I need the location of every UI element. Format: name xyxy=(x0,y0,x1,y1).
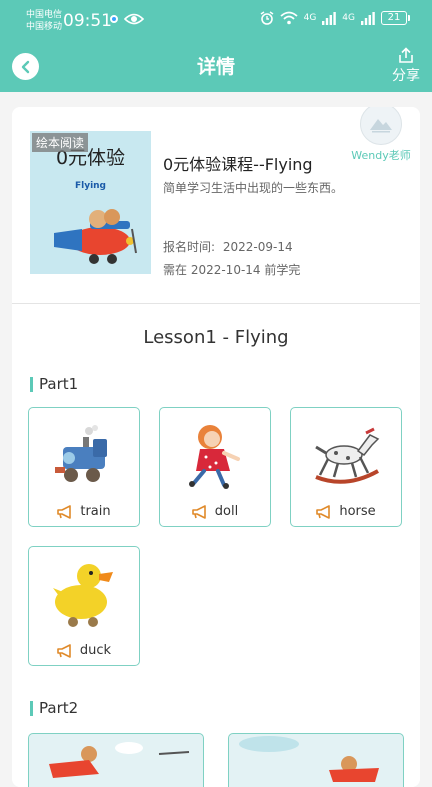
wifi-icon xyxy=(280,11,298,25)
word-card-horse[interactable]: horse xyxy=(290,407,402,527)
rocking-horse-icon xyxy=(314,427,379,484)
scene-illustration-icon xyxy=(49,742,190,778)
share-label: 分享 xyxy=(392,68,420,84)
part2-scene-card-1[interactable] xyxy=(28,733,204,787)
scene-illustration-icon xyxy=(239,736,379,782)
share-icon xyxy=(399,47,413,63)
eye-icon xyxy=(124,13,144,25)
mountain-logo-icon xyxy=(370,119,392,133)
word-card-doll[interactable]: doll xyxy=(159,407,271,527)
status-bar: 中国电信 中国移动 09:51 4G 4G 21 xyxy=(0,0,432,42)
part1-title: Part1 xyxy=(30,375,78,393)
part2-scene-card-2[interactable] xyxy=(228,733,404,787)
header: 中国电信 中国移动 09:51 4G 4G 21 详情 分享 xyxy=(0,0,432,92)
part1-label: Part1 xyxy=(39,375,79,393)
course-description: 简单学习生活中出现的一些东西。 xyxy=(163,181,344,195)
word-label: train xyxy=(80,504,111,519)
horse-picture xyxy=(291,418,400,494)
course-detail-card: 0元体验 绘本阅读 Flying 0元体验课程--Flying 简单学习生活中出… xyxy=(12,107,420,787)
word-label: horse xyxy=(339,504,376,519)
airplane-illustration-icon xyxy=(54,209,137,264)
signal-1-label: 4G xyxy=(303,13,317,23)
word-row: doll xyxy=(160,504,269,519)
clock: 09:51 xyxy=(63,11,112,31)
carrier-1: 中国电信 xyxy=(26,10,63,20)
lesson-title: Lesson1 - Flying xyxy=(143,327,289,348)
word-row: train xyxy=(29,504,138,519)
doll-icon xyxy=(188,425,240,489)
word-label: doll xyxy=(214,504,239,519)
course-cover[interactable]: 0元体验 绘本阅读 Flying xyxy=(30,131,151,274)
deadline: 需在 2022-10-14 前学完 xyxy=(163,263,301,277)
duck-icon xyxy=(52,564,113,627)
megaphone-icon[interactable] xyxy=(56,643,74,658)
cover-subtitle: Flying xyxy=(74,181,107,191)
teacher-profile[interactable]: Wendy老师 xyxy=(350,107,412,163)
megaphone-icon[interactable] xyxy=(56,504,74,519)
page-title: 详情 xyxy=(196,56,235,78)
part2-label: Part2 xyxy=(39,699,79,717)
cover-tag: 绘本阅读 xyxy=(32,133,89,152)
signal-2-label: 4G xyxy=(342,13,355,23)
teacher-name: Wendy老师 xyxy=(351,149,411,162)
word-card-train[interactable]: train xyxy=(28,407,140,527)
alarm-icon xyxy=(260,11,274,25)
signup-time: 报名时间: 2022-09-14 xyxy=(163,238,293,255)
divider xyxy=(12,303,420,304)
megaphone-icon[interactable] xyxy=(315,504,333,519)
word-row: duck xyxy=(29,643,138,658)
signal-2-icon xyxy=(361,12,375,25)
carrier-2: 中国移动 xyxy=(26,22,63,32)
signup-label: 报名时间: xyxy=(163,240,216,254)
battery-level: 21 xyxy=(381,11,407,25)
megaphone-icon[interactable] xyxy=(191,504,209,519)
course-name: 0元体验课程--Flying xyxy=(163,155,313,174)
signup-date: 2022-09-14 xyxy=(222,240,293,254)
part2-title: Part2 xyxy=(30,699,78,717)
teacher-avatar xyxy=(360,107,402,145)
carrier-info: 中国电信 中国移动 xyxy=(26,9,62,33)
duck-picture xyxy=(29,557,138,633)
word-row: horse xyxy=(291,504,400,519)
battery-icon: 21 xyxy=(381,11,410,25)
word-card-duck[interactable]: duck xyxy=(28,546,140,666)
word-label: duck xyxy=(79,643,112,658)
signal-1-icon xyxy=(322,12,337,25)
status-icons: 4G 4G 21 xyxy=(260,11,410,25)
part-marker xyxy=(30,376,33,392)
part-marker xyxy=(30,700,33,716)
train-picture xyxy=(29,418,138,494)
doll-picture xyxy=(160,418,269,494)
train-icon xyxy=(54,425,107,482)
notification-dot-icon xyxy=(110,15,118,23)
share-button[interactable]: 分享 xyxy=(390,47,422,85)
